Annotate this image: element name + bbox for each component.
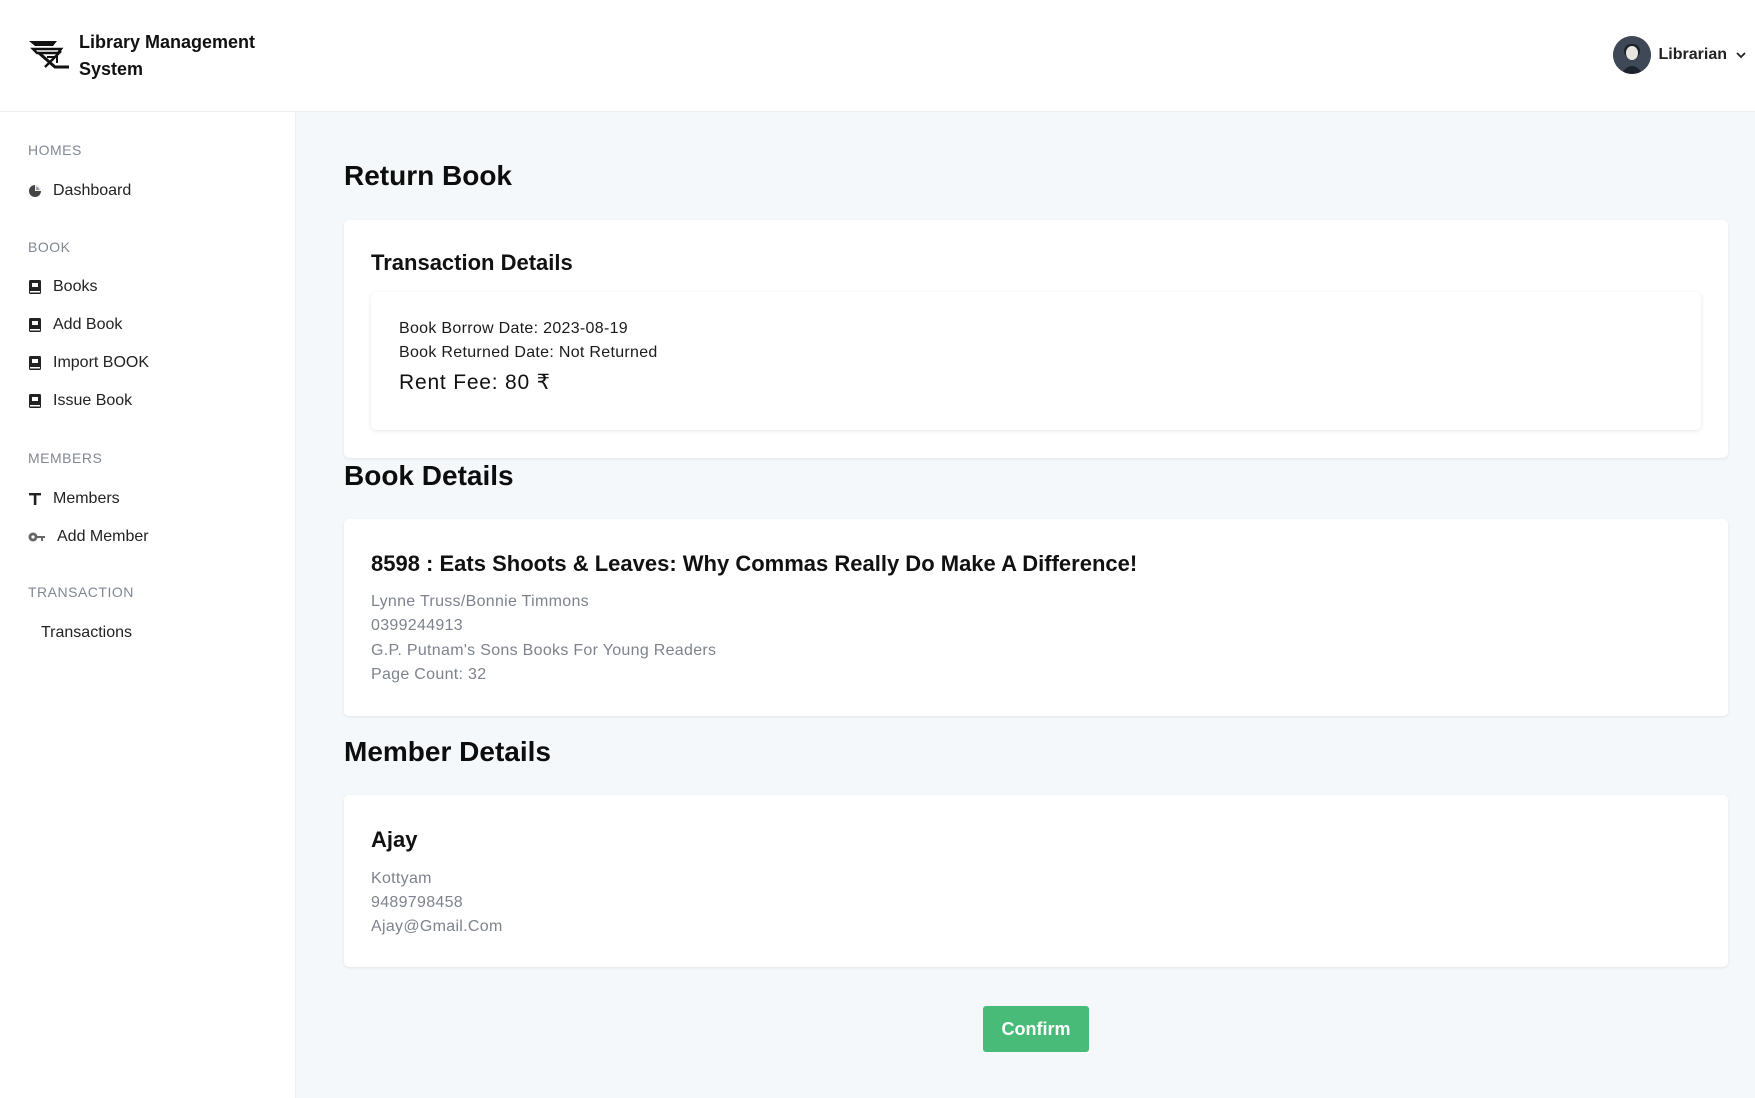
sidebar-item-dashboard[interactable]: Dashboard [28,182,131,200]
sidebar-item-books[interactable]: Books [28,278,97,296]
transaction-card: Transaction Details Book Borrow Date: 20… [344,220,1728,458]
page-title: Return Book [344,160,512,191]
book-card: 8598 : Eats Shoots & Leaves: Why Commas … [344,519,1728,716]
sidebar-item-label: Add Member [57,528,149,545]
rent-fee: Rent Fee: 80 ₹ [399,371,551,394]
sidebar-section-book: BOOK [28,239,71,255]
app-title: Library Management System [79,32,256,79]
sidebar-item-label: Members [53,490,120,507]
text-t-icon [28,492,42,506]
sidebar-item-label: Books [53,278,98,295]
member-details-heading: Member Details [344,736,551,767]
sidebar-section-homes: HOMES [28,142,82,158]
sidebar-item-label: Issue Book [53,392,133,409]
member-phone: 9489798458 [371,894,463,911]
pie-chart-icon [28,184,42,198]
sidebar-item-transactions[interactable]: Transactions [41,624,132,642]
sidebar-item-add-book[interactable]: Add Book [28,316,122,334]
sidebar-section-transaction: TRANSACTION [28,584,134,600]
sidebar: HOMES Dashboard BOOK Books Add Book Impo… [0,112,296,1098]
chevron-down-icon [1736,52,1746,59]
member-card: Ajay Kottyam 9489798458 Ajay@Gmail.Com [344,795,1728,967]
user-name: Librarian [1658,46,1727,63]
member-name: Ajay [371,827,418,852]
book-details-heading: Book Details [344,460,514,491]
transaction-info-box: Book Borrow Date: 2023-08-19 Book Return… [371,292,1701,430]
book-title: 8598 : Eats Shoots & Leaves: Why Commas … [371,551,1138,576]
book-isbn: 0399244913 [371,617,463,634]
transaction-details-title: Transaction Details [371,250,573,275]
sidebar-item-label: Dashboard [53,182,132,199]
confirm-button[interactable]: Confirm [983,1006,1089,1052]
member-email: Ajay@Gmail.Com [371,918,503,935]
book-icon [28,318,42,332]
user-menu[interactable]: Librarian [1612,36,1747,74]
user-avatar-icon [1612,36,1651,74]
borrow-date: Book Borrow Date: 2023-08-19 [399,320,628,337]
sidebar-item-members[interactable]: Members [28,490,120,508]
sidebar-item-issue-book[interactable]: Issue Book [28,392,132,410]
book-page-count: Page Count: 32 [371,666,487,683]
member-city: Kottyam [371,870,432,887]
key-icon [28,530,46,544]
book-authors: Lynne Truss/Bonnie Timmons [371,593,589,610]
book-icon [28,394,42,408]
book-publisher: G.P. Putnam's Sons Books For Young Reade… [371,642,717,659]
sidebar-item-label: Transactions [41,624,132,641]
sidebar-item-add-member[interactable]: Add Member [28,528,149,546]
brand[interactable]: Library Management System [27,29,279,83]
sidebar-section-members: MEMBERS [28,450,103,466]
avatar [1612,36,1651,74]
book-icon [28,280,42,294]
sidebar-item-label: Import BOOK [53,354,150,371]
sidebar-item-label: Add Book [53,316,123,333]
returned-date: Book Returned Date: Not Returned [399,344,658,361]
sidebar-item-import-book[interactable]: Import BOOK [28,354,149,372]
library-logo-icon [29,41,69,69]
top-header: Library Management System Librarian [0,0,1755,112]
book-icon [28,356,42,370]
